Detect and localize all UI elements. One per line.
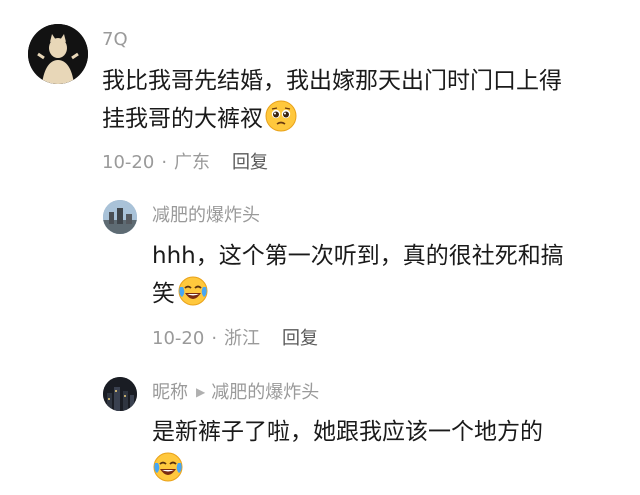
comment-text-line-content: 笑 <box>152 281 175 307</box>
city-photo-avatar-icon <box>103 200 137 234</box>
tears-of-joy-emoji-icon <box>177 275 209 307</box>
meta-separator: · <box>211 328 218 349</box>
comment-text-line: hhh，这个第一次听到，真的很社死和搞 <box>152 243 564 269</box>
reply-button[interactable]: 回复 <box>282 328 318 349</box>
comment-text-line-content: 挂我哥的大裤衩 <box>102 106 263 132</box>
comment-date: 10-20 <box>102 152 155 173</box>
comment-location: 广东 <box>174 152 211 173</box>
night-city-avatar-icon <box>103 377 137 411</box>
comment-username-line: 昵称 ▶ 减肥的爆炸头 <box>152 380 319 405</box>
comment-text-line: 笑 <box>152 275 564 313</box>
comment-text: 我比我哥先结婚，我出嫁那天出门时门口上得 挂我哥的大裤衩 <box>102 62 562 138</box>
comment-meta: 10-20 · 浙江 回复 <box>152 327 318 351</box>
avatar[interactable] <box>28 24 88 84</box>
avatar[interactable] <box>103 377 137 411</box>
comment-username[interactable]: 7Q <box>102 28 128 52</box>
comment-text-line: 我比我哥先结婚，我出嫁那天出门时门口上得 <box>102 68 562 94</box>
comment-text-line: 是新裤子了啦，她跟我应该一个地方的 <box>152 419 543 445</box>
comment-text-line: 挂我哥的大裤衩 <box>102 100 562 138</box>
silhouette-avatar-icon <box>28 24 88 84</box>
avatar[interactable] <box>103 200 137 234</box>
comment-text-line <box>152 451 543 489</box>
tears-of-joy-emoji-icon <box>152 451 184 483</box>
comment-date: 10-20 <box>152 328 205 349</box>
comment-username[interactable]: 昵称 <box>152 382 188 403</box>
comment-location: 浙江 <box>224 328 261 349</box>
meta-separator: · <box>161 152 168 173</box>
reply-to-username[interactable]: 减肥的爆炸头 <box>211 382 319 403</box>
pleading-face-emoji-icon <box>265 100 297 132</box>
comment-username[interactable]: 减肥的爆炸头 <box>152 204 260 228</box>
reply-arrow-icon: ▶ <box>196 385 206 399</box>
comment-text: 是新裤子了啦，她跟我应该一个地方的 <box>152 413 543 489</box>
comment-text: hhh，这个第一次听到，真的很社死和搞 笑 <box>152 237 564 313</box>
comment-meta: 10-20 · 广东 回复 <box>102 151 268 175</box>
reply-button[interactable]: 回复 <box>232 152 268 173</box>
